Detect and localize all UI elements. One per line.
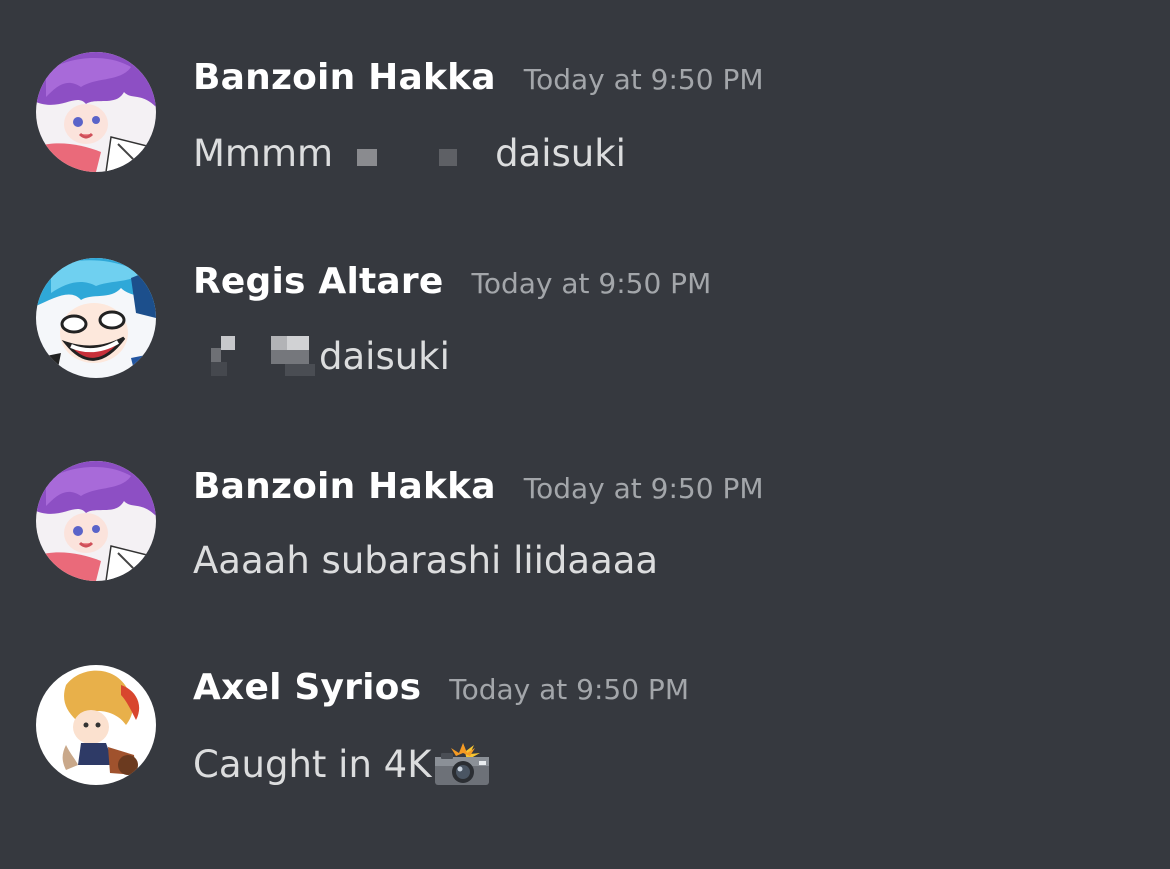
- message-content: daisuki: [193, 331, 450, 381]
- username[interactable]: Axel Syrios: [193, 667, 421, 708]
- message-text: daisuki: [495, 131, 626, 175]
- blue-haired-avatar-icon: [36, 258, 156, 378]
- redaction-mark: [271, 336, 319, 376]
- purple-haired-avatar-icon: [36, 52, 156, 172]
- message-content: Aaaah subarashi liidaaaa: [193, 535, 658, 585]
- camera-flash-emoji-icon: [433, 741, 491, 787]
- username[interactable]: Regis Altare: [193, 261, 443, 302]
- message-header: Banzoin Hakka Today at 9:50 PM: [193, 466, 764, 516]
- message-text: Aaaah subarashi liidaaaa: [193, 538, 659, 582]
- timestamp: Today at 9:50 PM: [523, 63, 764, 96]
- user-avatar-banzoin-hakka[interactable]: [36, 461, 156, 581]
- redaction-mark: [439, 148, 458, 166]
- user-avatar-axel-syrios[interactable]: [36, 665, 156, 785]
- redaction-mark: [357, 148, 378, 166]
- message-header: Regis Altare Today at 9:50 PM: [193, 261, 711, 311]
- timestamp: Today at 9:50 PM: [471, 267, 712, 300]
- message-content: Mmmm daisuki: [193, 128, 626, 178]
- message-item: Regis Altare Today at 9:50 PM daisuki: [0, 258, 1170, 408]
- user-avatar-banzoin-hakka[interactable]: [36, 52, 156, 172]
- message-item: Banzoin Hakka Today at 9:50 PM Mmmm dais…: [0, 52, 1170, 202]
- username[interactable]: Banzoin Hakka: [193, 57, 496, 98]
- message-text: Mmmm: [193, 131, 334, 175]
- username[interactable]: Banzoin Hakka: [193, 466, 496, 507]
- message-text: daisuki: [319, 334, 450, 378]
- blonde-haired-avatar-icon: [36, 665, 156, 785]
- message-item: Axel Syrios Today at 9:50 PM Caught in 4…: [0, 665, 1170, 815]
- message-header: Axel Syrios Today at 9:50 PM: [193, 667, 689, 717]
- message-item: Banzoin Hakka Today at 9:50 PM Aaaah sub…: [0, 461, 1170, 611]
- purple-haired-avatar-icon: [36, 461, 156, 581]
- timestamp: Today at 9:50 PM: [449, 673, 689, 706]
- redaction-mark: [211, 336, 235, 376]
- user-avatar-regis-altare[interactable]: [36, 258, 156, 378]
- message-content: Caught in 4K: [193, 739, 491, 789]
- message-header: Banzoin Hakka Today at 9:50 PM: [193, 57, 764, 107]
- timestamp: Today at 9:50 PM: [523, 472, 764, 505]
- message-text: Caught in 4K: [193, 742, 432, 786]
